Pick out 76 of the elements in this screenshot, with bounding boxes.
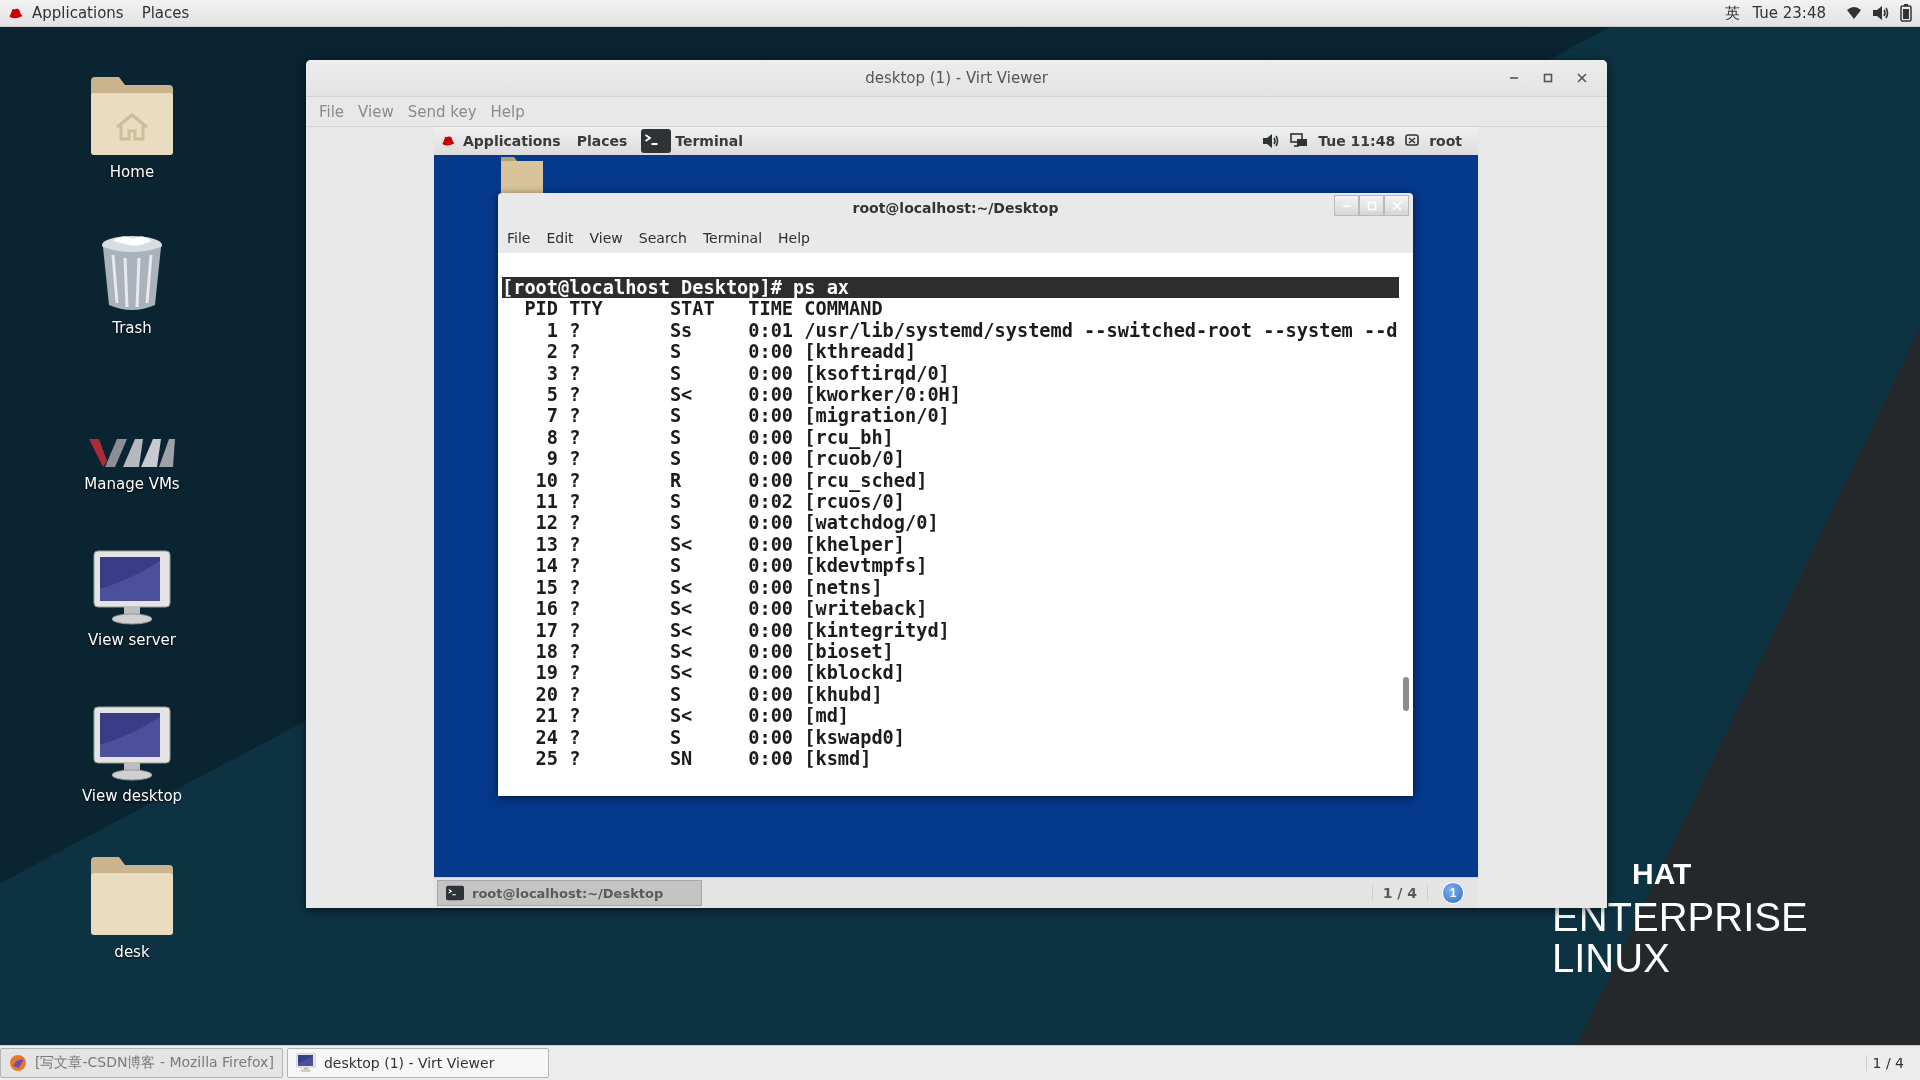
scrollbar-thumb[interactable] bbox=[1403, 677, 1409, 711]
menu-item[interactable]: Edit bbox=[538, 230, 582, 246]
minimize-icon bbox=[1510, 77, 1518, 79]
taskbar-button[interactable]: desktop (1) - Virt Viewer bbox=[286, 1047, 549, 1078]
trash-can-icon[interactable] bbox=[99, 233, 165, 313]
menu-item[interactable]: Terminal bbox=[694, 230, 771, 246]
terminal-output-line: 7 ? S 0:00 [migration/0] bbox=[545, 405, 951, 427]
volume-icon bbox=[1262, 133, 1281, 149]
terminal-icon[interactable] bbox=[641, 128, 672, 154]
terminal-icon bbox=[446, 885, 464, 901]
wallpaper-logo-text: HAT bbox=[1632, 857, 1693, 891]
volume-icon[interactable] bbox=[1872, 5, 1890, 21]
user-menu[interactable]: root bbox=[1429, 133, 1462, 149]
close-icon bbox=[1577, 73, 1587, 83]
network-icon bbox=[1290, 133, 1309, 149]
home-folder-icon[interactable] bbox=[89, 75, 175, 157]
terminal-output-line: 18 ? S< 0:00 [bioset] bbox=[534, 640, 894, 663]
menu-item[interactable]: Places bbox=[568, 133, 636, 149]
clock[interactable]: Tue 23:48 bbox=[1752, 4, 1826, 22]
terminal-output-line: 9 ? S 0:00 [rcuob/0] bbox=[545, 448, 906, 470]
input-method-indicator[interactable]: 英 bbox=[1725, 3, 1741, 23]
terminal-output-line: 16 ? S< 0:00 [writeback] bbox=[534, 598, 929, 620]
menu-item[interactable]: Applications bbox=[455, 133, 569, 149]
hat-icon bbox=[441, 134, 455, 148]
menu-item[interactable]: Places bbox=[132, 2, 199, 24]
monitor-icon bbox=[295, 1053, 316, 1072]
terminal-output-line: 15 ? S< 0:00 [netns] bbox=[534, 576, 884, 599]
terminal-output-line: 20 ? S 0:00 [khubd] bbox=[534, 683, 884, 706]
workspace-indicator[interactable]: 1 / 4 bbox=[1371, 885, 1428, 901]
clock[interactable]: Tue 11:48 bbox=[1318, 133, 1396, 149]
menu-item[interactable]: Help bbox=[770, 230, 818, 246]
menu-item[interactable]: Search bbox=[630, 230, 695, 246]
monitor-icon[interactable] bbox=[92, 549, 172, 625]
wifi-icon[interactable] bbox=[1846, 5, 1862, 21]
terminal-output-line: 10 ? R 0:00 [rcu_sched] bbox=[534, 469, 929, 492]
terminal-output-line: 21 ? S< 0:00 [md] bbox=[534, 705, 851, 727]
close-icon bbox=[1391, 200, 1402, 211]
taskbar-button[interactable]: root@localhost:~/Desktop bbox=[437, 880, 702, 906]
monitor-icon[interactable] bbox=[92, 705, 172, 781]
terminal-output-line: PID TTY STAT TIME COMMAND bbox=[523, 298, 884, 320]
menu-item[interactable]: View bbox=[581, 230, 631, 246]
folder-icon[interactable] bbox=[89, 855, 175, 937]
terminal-output-line: 5 ? S< 0:00 [kworker/0:0H] bbox=[545, 384, 962, 406]
wallpaper-logo-text: ENTERPRISE bbox=[1552, 897, 1808, 937]
terminal-output-line: 3 ? S 0:00 [ksoftirqd/0] bbox=[545, 362, 951, 385]
desktop-icon-label[interactable]: Manage VMs bbox=[84, 475, 180, 493]
workspace-indicator[interactable]: 1 / 4 bbox=[1865, 1054, 1910, 1071]
terminal-output-line: 24 ? S 0:00 [kswapd0] bbox=[534, 726, 906, 748]
terminal-output-line: 25 ? SN 0:00 [ksmd] bbox=[534, 747, 872, 770]
desktop-icon-label[interactable]: Trash bbox=[112, 319, 152, 337]
terminal-output-line: 17 ? S< 0:00 [kintegrityd] bbox=[534, 619, 951, 641]
terminal-output-line: 11 ? S 0:02 [rcuos/0] bbox=[534, 491, 905, 513]
menu-item[interactable]: File bbox=[499, 230, 539, 246]
taskbar-button[interactable]: [写文章-CSDN博客 - Mozilla Firefox] bbox=[0, 1047, 283, 1078]
maximize-icon bbox=[1543, 73, 1553, 83]
terminal-output-line: 13 ? S< 0:00 [khelper] bbox=[534, 533, 906, 556]
desktop-icon-label[interactable]: Home bbox=[109, 163, 155, 181]
wallpaper-logo-text: LINUX bbox=[1552, 937, 1671, 979]
desktop-icon-label[interactable]: View server bbox=[88, 631, 176, 649]
terminal-output-line: 19 ? S< 0:00 [kblockd] bbox=[534, 662, 906, 684]
maximize-icon bbox=[1366, 200, 1377, 211]
menu-item[interactable]: Applications bbox=[23, 2, 133, 24]
terminal-output-line: 12 ? S 0:00 [watchdog/0] bbox=[534, 512, 940, 534]
battery-icon[interactable] bbox=[1900, 4, 1912, 22]
globe-icon bbox=[9, 1053, 27, 1072]
terminal-output-line: 2 ? S 0:00 [kthreadd] bbox=[545, 341, 918, 363]
window-title: root@localhost:~/Desktop bbox=[852, 200, 1059, 216]
desktop-icon-label[interactable]: View desktop bbox=[81, 787, 183, 805]
window-title: desktop (1) - Virt Viewer bbox=[865, 69, 1048, 87]
terminal-output-line: 1 ? Ss 0:01 /usr/lib/systemd/systemd --switched-root --system --d bbox=[545, 319, 1399, 342]
active-app-label[interactable]: Terminal bbox=[675, 133, 743, 149]
folder-icon bbox=[500, 155, 544, 193]
terminal-output-line: 8 ? S 0:00 [rcu_bh] bbox=[545, 426, 895, 449]
user-icon bbox=[1405, 134, 1420, 148]
desktop-icon-label[interactable]: desk bbox=[114, 943, 150, 961]
terminal-output-line: 14 ? S 0:00 [kdevtmpfs] bbox=[534, 555, 929, 577]
